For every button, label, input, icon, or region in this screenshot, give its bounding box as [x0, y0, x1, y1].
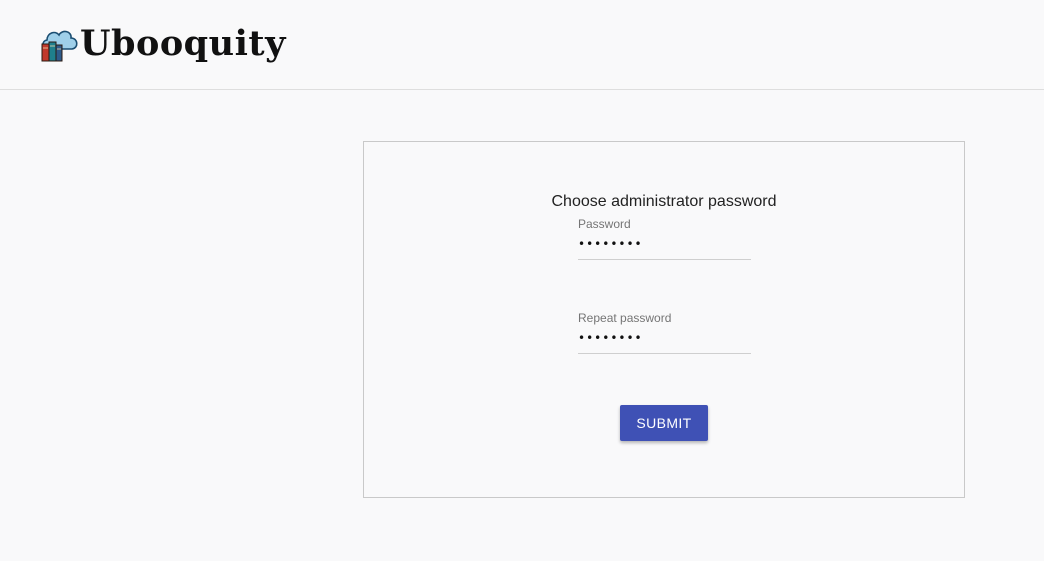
submit-button[interactable]: SUBMIT	[620, 405, 708, 441]
repeat-password-label: Repeat password	[578, 311, 672, 325]
repeat-password-input[interactable]	[578, 325, 751, 354]
password-label: Password	[578, 217, 631, 231]
logo: Ubooquity	[39, 22, 286, 66]
password-setup-card: Choose administrator password Password R…	[363, 141, 965, 498]
app-header: Ubooquity	[0, 0, 1044, 90]
logo-text: Ubooquity	[80, 22, 286, 64]
form-title: Choose administrator password	[551, 193, 777, 210]
cloud-books-icon	[41, 30, 78, 62]
password-field-group: Password	[578, 217, 751, 260]
repeat-password-field-group: Repeat password	[578, 311, 751, 354]
password-input[interactable]	[578, 231, 751, 260]
